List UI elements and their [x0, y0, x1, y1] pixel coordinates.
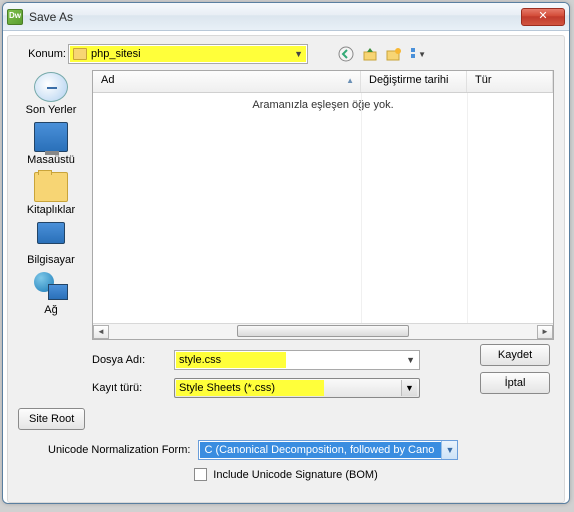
bom-checkbox-row: Include Unicode Signature (BOM)	[18, 468, 554, 481]
unicode-form-label: Unicode Normalization Form:	[48, 444, 190, 456]
view-menu-icon[interactable]: ▼	[410, 46, 426, 62]
column-divider	[467, 93, 468, 323]
empty-message: Aramanızla eşleşen öğe yok.	[93, 99, 553, 111]
sidebar-item-label: Kitaplıklar	[21, 204, 81, 216]
filename-value: style.css	[179, 354, 221, 366]
chevron-down-icon[interactable]: ▼	[401, 380, 417, 396]
titlebar: Save As ✕	[3, 3, 569, 31]
horizontal-scrollbar[interactable]: ◄ ►	[93, 323, 553, 339]
site-root-button[interactable]: Site Root	[18, 408, 85, 430]
location-combobox[interactable]: php_sitesi ▼	[68, 44, 308, 64]
sidebar-item-label: Masaüstü	[21, 154, 81, 166]
close-button[interactable]: ✕	[521, 8, 565, 26]
sidebar-item-libraries[interactable]: Kitaplıklar	[21, 172, 81, 216]
location-value: php_sitesi	[91, 48, 141, 60]
column-headers: Ad Değiştirme tarihi Tür	[93, 71, 553, 93]
savetype-combobox[interactable]: Style Sheets (*.css) ▼	[174, 378, 420, 398]
folder-icon	[73, 48, 87, 60]
sidebar-item-computer[interactable]: Bilgisayar	[21, 222, 81, 266]
libraries-icon	[34, 172, 68, 202]
bom-checkbox-label: Include Unicode Signature (BOM)	[213, 469, 377, 481]
nav-toolbar: ▼	[338, 46, 426, 62]
save-button[interactable]: Kaydet	[480, 344, 550, 366]
window-title: Save As	[29, 10, 521, 24]
sidebar-item-label: Ağ	[21, 304, 81, 316]
column-header-type[interactable]: Tür	[467, 71, 553, 92]
sidebar-item-label: Son Yerler	[21, 104, 81, 116]
column-divider	[361, 93, 362, 323]
chevron-down-icon[interactable]: ▼	[406, 355, 415, 365]
sidebar-item-desktop[interactable]: Masaüstü	[21, 122, 81, 166]
chevron-down-icon[interactable]: ▼	[294, 49, 303, 59]
savetype-value: Style Sheets (*.css)	[179, 382, 275, 394]
bottom-panel: Site Root Unicode Normalization Form: C …	[18, 408, 554, 481]
chevron-down-icon[interactable]: ▼	[441, 441, 457, 459]
scroll-left-button[interactable]: ◄	[93, 325, 109, 339]
file-list-body[interactable]: Aramanızla eşleşen öğe yok.	[93, 93, 553, 323]
dialog-body: Konum: php_sitesi ▼ ▼	[7, 35, 565, 503]
unicode-form-row: Unicode Normalization Form: C (Canonical…	[18, 440, 554, 460]
new-folder-icon[interactable]	[386, 46, 402, 62]
unicode-form-value: C (Canonical Decomposition, followed by …	[200, 442, 441, 458]
places-sidebar: Son Yerler Masaüstü Kitaplıklar Bilgisay…	[18, 70, 84, 340]
network-icon	[34, 272, 68, 302]
unicode-form-combobox[interactable]: C (Canonical Decomposition, followed by …	[198, 440, 458, 460]
column-header-modified[interactable]: Değiştirme tarihi	[361, 71, 467, 92]
scroll-track[interactable]	[109, 325, 537, 339]
location-row: Konum: php_sitesi ▼ ▼	[18, 44, 554, 64]
column-header-name[interactable]: Ad	[93, 71, 361, 92]
file-list: Ad Değiştirme tarihi Tür Aramanızla eşle…	[92, 70, 554, 340]
scroll-thumb[interactable]	[237, 325, 408, 337]
location-label: Konum:	[18, 48, 66, 60]
up-one-level-icon[interactable]	[362, 46, 378, 62]
main-area: Son Yerler Masaüstü Kitaplıklar Bilgisay…	[18, 70, 554, 340]
desktop-icon	[34, 122, 68, 152]
sidebar-item-recent[interactable]: Son Yerler	[21, 72, 81, 116]
back-icon[interactable]	[338, 46, 354, 62]
scroll-right-button[interactable]: ►	[537, 325, 553, 339]
filename-label: Dosya Adı:	[92, 354, 164, 366]
savetype-label: Kayıt türü:	[92, 382, 164, 394]
app-icon	[7, 9, 23, 25]
bom-checkbox[interactable]	[194, 468, 207, 481]
recent-places-icon	[34, 72, 68, 102]
action-buttons: Kaydet İptal	[480, 344, 550, 394]
sidebar-item-label: Bilgisayar	[21, 254, 81, 266]
sidebar-item-network[interactable]: Ağ	[21, 272, 81, 316]
filename-fields: Dosya Adı: style.css ▼ Kayıt türü: Style…	[18, 350, 554, 398]
save-as-dialog: Save As ✕ Konum: php_sitesi ▼	[2, 2, 570, 504]
filename-input[interactable]: style.css ▼	[174, 350, 420, 370]
computer-icon	[34, 222, 68, 252]
cancel-button[interactable]: İptal	[480, 372, 550, 394]
